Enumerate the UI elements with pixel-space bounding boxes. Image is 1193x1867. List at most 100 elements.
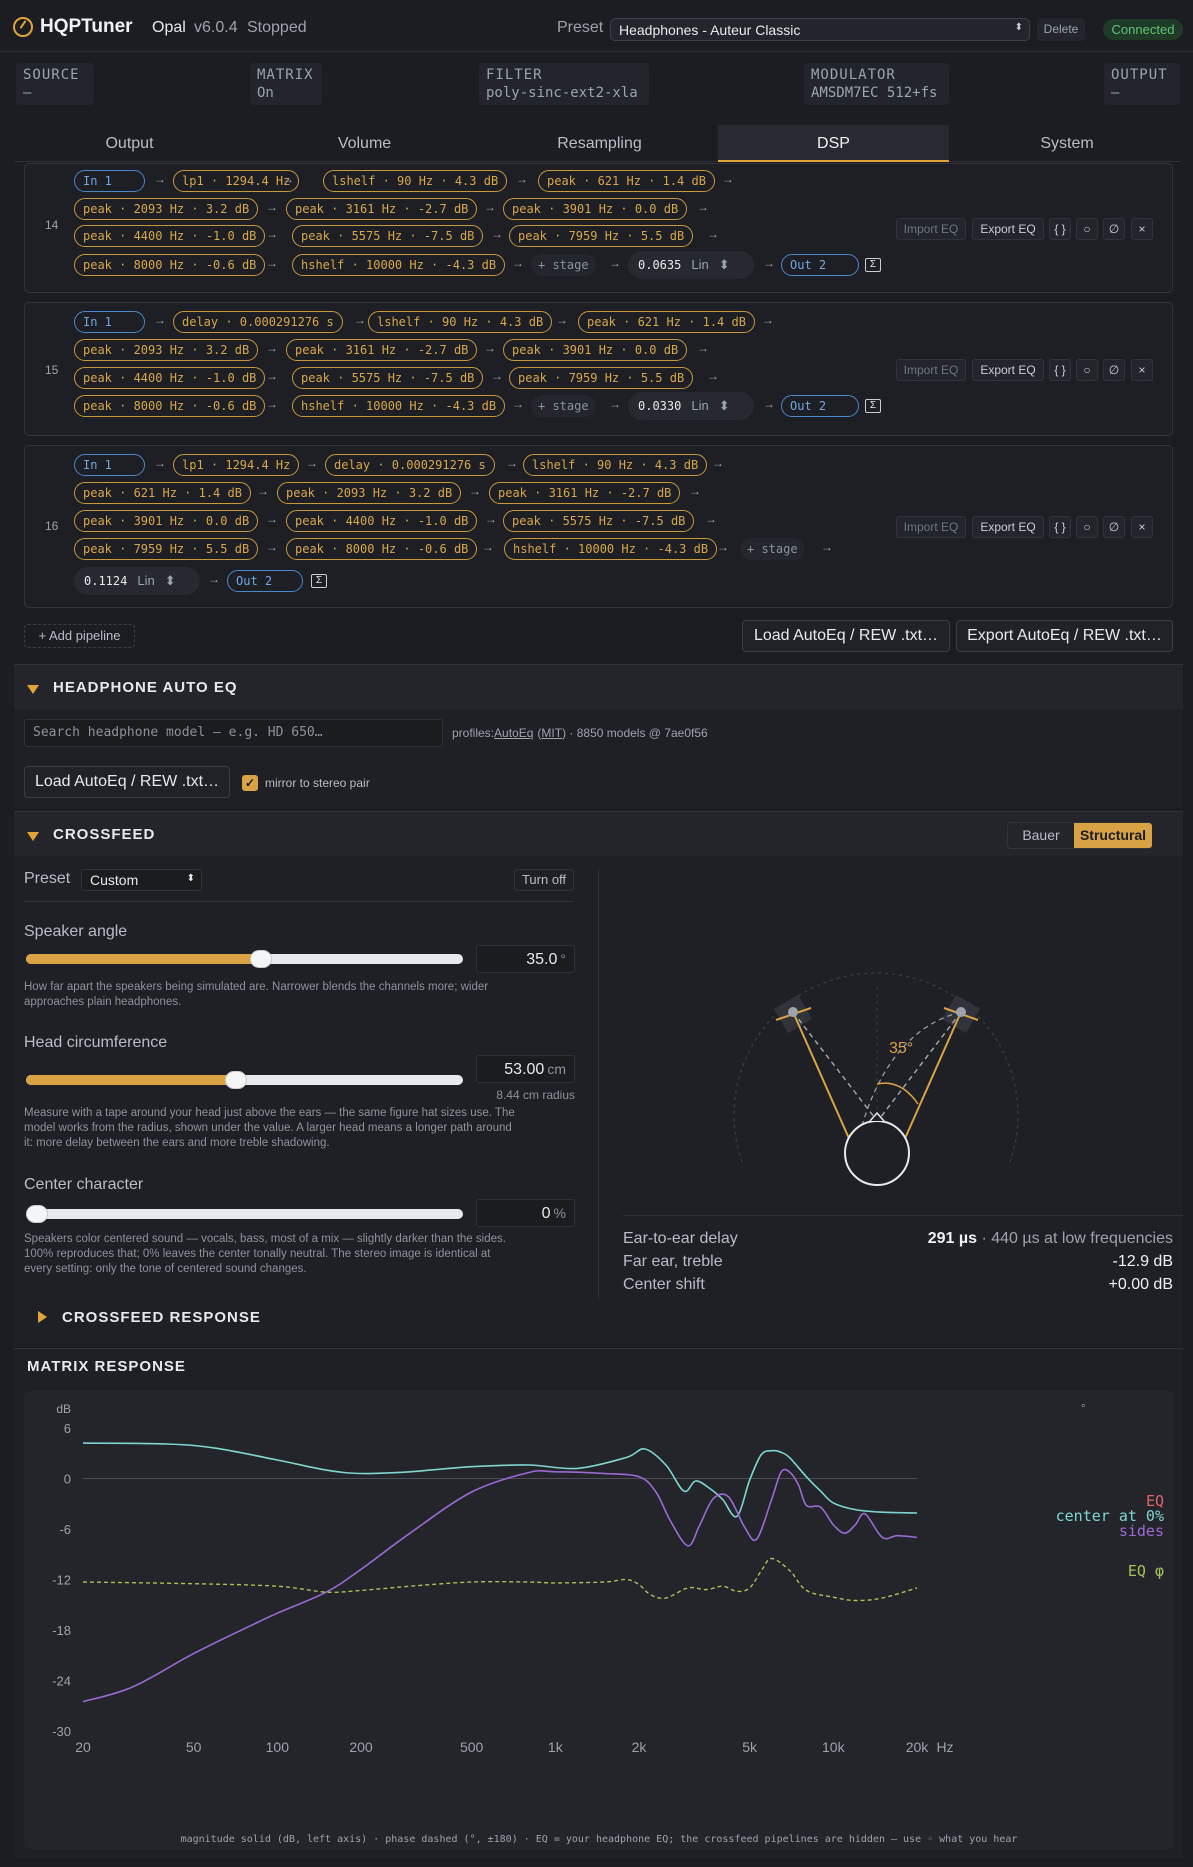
import-eq-button[interactable]: Import EQ <box>896 359 966 381</box>
speaker-angle-value[interactable]: 35.0 ° <box>476 945 575 973</box>
stage-chip[interactable]: delay · 0.000291276 s <box>325 454 495 476</box>
stage-chip[interactable]: peak · 3901 Hz · 0.0 dB <box>503 339 688 361</box>
stage-chip[interactable]: lshelf · 90 Hz · 4.3 dB <box>323 170 508 192</box>
circle-icon[interactable]: ○ <box>1076 359 1098 381</box>
stage-chip[interactable]: peak · 3901 Hz · 0.0 dB <box>74 510 259 532</box>
stage-chip[interactable]: peak · 8000 Hz · -0.6 dB <box>74 254 266 276</box>
add-stage-button[interactable]: + stage <box>531 254 596 276</box>
gain-control[interactable]: 0.1124 Lin ⬍ <box>74 567 200 595</box>
mode-bauer-button[interactable]: Bauer <box>1008 823 1074 848</box>
stage-chip[interactable]: hshelf · 10000 Hz · -4.3 dB <box>504 538 718 560</box>
gain-control[interactable]: 0.0635 Lin ⬍ <box>628 251 754 279</box>
stage-chip[interactable]: peak · 7959 Hz · 5.5 dB <box>74 538 259 560</box>
import-eq-button[interactable]: Import EQ <box>896 516 966 538</box>
mirror-checkbox[interactable]: ✓ <box>242 775 258 791</box>
bypass-icon[interactable]: ∅ <box>1103 516 1125 538</box>
stage-chip[interactable]: peak · 7959 Hz · 5.5 dB <box>509 367 694 389</box>
stage-chip[interactable]: peak · 5575 Hz · -7.5 dB <box>292 367 484 389</box>
close-icon[interactable]: × <box>1131 218 1153 240</box>
stage-chip[interactable]: peak · 7959 Hz · 5.5 dB <box>509 225 694 247</box>
stage-chip[interactable]: lshelf · 90 Hz · 4.3 dB <box>368 311 553 333</box>
center-character-value[interactable]: 0% <box>476 1199 575 1227</box>
mit-license-link[interactable]: MIT <box>541 726 562 740</box>
slider-knob[interactable] <box>225 1071 248 1089</box>
import-eq-button[interactable]: Import EQ <box>896 218 966 240</box>
slider-knob[interactable] <box>250 950 273 968</box>
gain-value[interactable]: 0.0635 <box>638 258 681 272</box>
export-eq-button[interactable]: Export EQ <box>972 359 1044 381</box>
bypass-icon[interactable]: ∅ <box>1103 218 1125 240</box>
stage-chip[interactable]: peak · 2093 Hz · 3.2 dB <box>74 198 259 220</box>
stage-chip[interactable]: peak · 621 Hz · 1.4 dB <box>578 311 755 333</box>
close-icon[interactable]: × <box>1131 516 1153 538</box>
output-port[interactable]: Out 2 <box>227 570 303 592</box>
stage-chip[interactable]: peak · 4400 Hz · -1.0 dB <box>74 367 266 389</box>
load-autoeq-button[interactable]: Load AutoEq / REW .txt… <box>742 620 950 652</box>
stage-chip[interactable]: hshelf · 10000 Hz · -4.3 dB <box>292 395 506 417</box>
add-stage-button[interactable]: + stage <box>740 538 805 560</box>
tab-system[interactable]: System <box>953 125 1181 162</box>
input-port[interactable]: In 1 <box>74 454 145 476</box>
stage-chip[interactable]: lp1 · 1294.4 Hz <box>173 454 300 476</box>
stage-chip[interactable]: peak · 621 Hz · 1.4 dB <box>538 170 715 192</box>
gain-unit-select[interactable]: Lin <box>691 398 708 413</box>
input-port[interactable]: In 1 <box>74 311 145 333</box>
head-circumference-value[interactable]: 53.00 cm <box>476 1055 575 1083</box>
stage-chip[interactable]: hshelf · 10000 Hz · -4.3 dB <box>292 254 506 276</box>
speaker-angle-slider[interactable] <box>26 950 463 968</box>
stage-chip[interactable]: peak · 4400 Hz · -1.0 dB <box>286 510 478 532</box>
stage-chip[interactable]: peak · 3161 Hz · -2.7 dB <box>489 482 681 504</box>
stage-chip[interactable]: peak · 2093 Hz · 3.2 dB <box>277 482 462 504</box>
gain-value[interactable]: 0.0330 <box>638 399 681 413</box>
gain-unit-select[interactable]: Lin <box>137 573 154 588</box>
json-icon[interactable]: { } <box>1049 359 1071 381</box>
gain-control[interactable]: 0.0330 Lin ⬍ <box>628 392 754 420</box>
gain-value[interactable]: 0.1124 <box>84 574 127 588</box>
center-character-slider[interactable] <box>26 1205 463 1223</box>
stage-chip[interactable]: peak · 2093 Hz · 3.2 dB <box>74 339 259 361</box>
tab-output[interactable]: Output <box>14 125 245 162</box>
stage-chip[interactable]: peak · 621 Hz · 1.4 dB <box>74 482 251 504</box>
stage-chip[interactable]: peak · 8000 Hz · -0.6 dB <box>74 395 266 417</box>
gain-unit-select[interactable]: Lin <box>691 257 708 272</box>
add-stage-button[interactable]: + stage <box>531 395 596 417</box>
slider-knob[interactable] <box>26 1205 48 1223</box>
stage-chip[interactable]: peak · 3161 Hz · -2.7 dB <box>286 339 478 361</box>
sum-icon[interactable]: Σ <box>865 399 881 413</box>
sum-icon[interactable]: Σ <box>865 258 881 272</box>
head-circumference-slider[interactable] <box>26 1071 463 1089</box>
stage-chip[interactable]: peak · 5575 Hz · -7.5 dB <box>292 225 484 247</box>
tab-volume[interactable]: Volume <box>249 125 480 162</box>
stage-chip[interactable]: peak · 8000 Hz · -0.6 dB <box>286 538 478 560</box>
stage-chip[interactable]: peak · 5575 Hz · -7.5 dB <box>503 510 695 532</box>
expand-triangle-icon[interactable] <box>38 1311 47 1323</box>
sum-icon[interactable]: Σ <box>311 574 327 588</box>
circle-icon[interactable]: ○ <box>1076 218 1098 240</box>
circle-icon[interactable]: ○ <box>1076 516 1098 538</box>
json-icon[interactable]: { } <box>1049 218 1071 240</box>
json-icon[interactable]: { } <box>1049 516 1071 538</box>
add-pipeline-button[interactable]: + Add pipeline <box>24 624 135 648</box>
output-port[interactable]: Out 2 <box>781 254 859 276</box>
stage-chip[interactable]: lshelf · 90 Hz · 4.3 dB <box>523 454 708 476</box>
preset-select[interactable]: Headphones - Auteur Classic ⬍ <box>610 18 1030 41</box>
autoeq-link[interactable]: AutoEq <box>494 726 533 740</box>
crossfeed-preset-select[interactable]: Custom ⬍ <box>81 869 202 891</box>
tab-resampling[interactable]: Resampling <box>484 125 715 162</box>
export-eq-button[interactable]: Export EQ <box>972 516 1044 538</box>
stage-chip[interactable]: peak · 4400 Hz · -1.0 dB <box>74 225 266 247</box>
stage-chip[interactable]: delay · 0.000291276 s <box>173 311 343 333</box>
bypass-icon[interactable]: ∅ <box>1103 359 1125 381</box>
mode-structural-button[interactable]: Structural <box>1074 823 1152 848</box>
delete-preset-button[interactable]: Delete <box>1037 18 1085 41</box>
crossfeed-response-toggle[interactable]: CROSSFEED RESPONSE <box>62 1309 261 1326</box>
input-port[interactable]: In 1 <box>74 170 145 192</box>
load-autoeq-button-2[interactable]: Load AutoEq / REW .txt… <box>24 766 230 798</box>
turn-off-button[interactable]: Turn off <box>514 869 574 891</box>
output-port[interactable]: Out 2 <box>781 395 859 417</box>
stage-chip[interactable]: peak · 3161 Hz · -2.7 dB <box>286 198 478 220</box>
export-autoeq-button[interactable]: Export AutoEq / REW .txt… <box>956 620 1173 652</box>
headphone-search-input[interactable]: Search headphone model — e.g. HD 650… <box>24 719 443 747</box>
export-eq-button[interactable]: Export EQ <box>972 218 1044 240</box>
close-icon[interactable]: × <box>1131 359 1153 381</box>
